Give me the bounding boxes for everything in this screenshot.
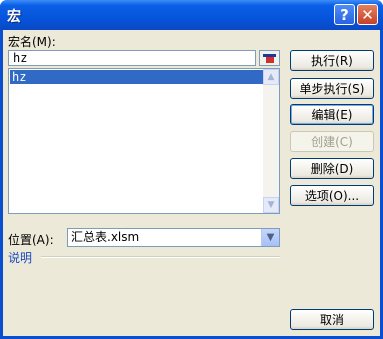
help-button[interactable]: ? xyxy=(334,4,355,25)
scroll-up-icon[interactable]: ▲ xyxy=(263,69,279,85)
close-button[interactable]: ✕ xyxy=(357,4,378,25)
window-title: 宏 xyxy=(7,9,21,25)
step-into-button[interactable]: 单步执行(S) xyxy=(290,78,374,99)
description-label: 说明 xyxy=(8,251,33,265)
location-value: 汇总表.xlsm xyxy=(71,230,140,244)
location-label: 位置(A): xyxy=(8,233,54,247)
options-button[interactable]: 选项(O)... xyxy=(290,185,374,206)
collapse-arrow-icon xyxy=(266,57,274,63)
title-bar[interactable]: 宏 ? ✕ xyxy=(0,0,383,30)
dialog-body: 宏名(M): hz hz ▲ ▼ 执行(R) 单步执行(S) 编辑(E) 创建(… xyxy=(3,30,380,336)
macro-name-input[interactable]: hz xyxy=(8,50,256,66)
delete-button[interactable]: 删除(D) xyxy=(290,158,374,179)
list-item[interactable]: hz xyxy=(10,70,265,84)
run-button[interactable]: 执行(R) xyxy=(290,50,374,71)
create-button: 创建(C) xyxy=(290,131,374,152)
description-divider xyxy=(41,256,280,258)
chevron-down-icon[interactable]: ▼ xyxy=(261,229,279,246)
location-select[interactable]: 汇总表.xlsm ▼ xyxy=(67,228,280,247)
macro-name-label: 宏名(M): xyxy=(8,35,56,49)
macro-dialog: 宏 ? ✕ 宏名(M): hz hz ▲ ▼ 执行(R) 单步执行(S) 编辑(… xyxy=(0,0,383,339)
edit-button[interactable]: 编辑(E) xyxy=(290,104,374,125)
macro-list[interactable]: hz ▲ ▼ xyxy=(8,68,280,214)
scroll-down-icon[interactable]: ▼ xyxy=(263,197,279,213)
list-scrollbar[interactable]: ▲ ▼ xyxy=(263,69,279,213)
cancel-button[interactable]: 取消 xyxy=(290,309,374,330)
collapse-dialog-button[interactable] xyxy=(259,50,280,66)
